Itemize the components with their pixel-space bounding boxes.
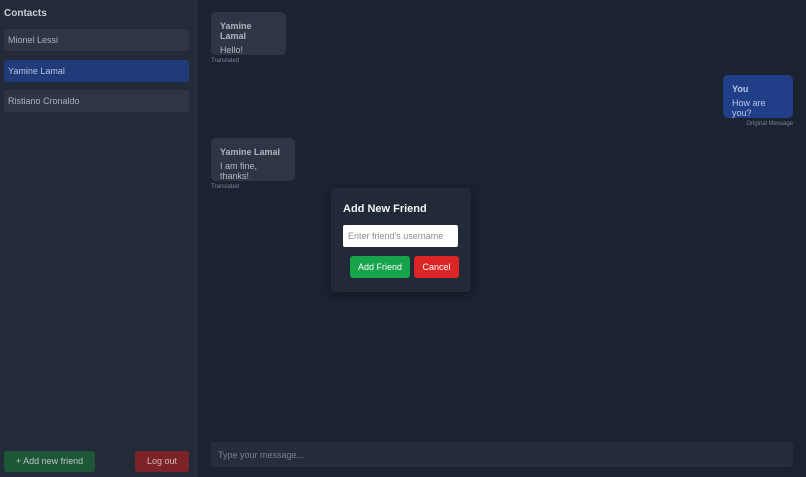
message-meta: Original Message xyxy=(746,121,793,127)
contacts-sidebar: Contacts Mionel Lessi Yamine Lamal Risti… xyxy=(0,0,198,477)
message-text: How are you? xyxy=(732,98,766,118)
add-new-friend-button[interactable]: + Add new friend xyxy=(4,451,95,472)
contact-item-ristiano-cronaldo[interactable]: Ristiano Cronaldo xyxy=(4,90,189,112)
chat-app: Contacts Mionel Lessi Yamine Lamal Risti… xyxy=(0,0,806,477)
contact-item-yamine-lamal[interactable]: Yamine Lamal xyxy=(4,60,189,82)
message-meta: Translated xyxy=(211,58,240,64)
contact-item-mionel-lessi[interactable]: Mionel Lessi xyxy=(4,29,189,51)
logout-button[interactable]: Log out xyxy=(135,451,189,472)
message-text: Hello! xyxy=(220,45,244,55)
cancel-button[interactable]: Cancel xyxy=(414,256,459,278)
message-bubble-own: You How are you? xyxy=(723,75,793,118)
message-sender: Yamine Lamal xyxy=(220,21,252,41)
message-text: I am fine, thanks! xyxy=(220,161,258,181)
message-bubble: Yamine Lamal I am fine, thanks! xyxy=(211,138,295,181)
message-sender: Yamine Lamal xyxy=(220,147,281,157)
message-sender: You xyxy=(732,84,749,94)
message-bubble: Yamine Lamal Hello! xyxy=(211,12,286,55)
friend-username-input[interactable] xyxy=(343,225,458,247)
add-friend-modal: Add New Friend Add Friend Cancel xyxy=(331,188,471,292)
add-friend-button[interactable]: Add Friend xyxy=(350,256,410,278)
message-input[interactable] xyxy=(211,442,793,467)
sidebar-title: Contacts xyxy=(4,8,47,19)
message-meta: Translated xyxy=(211,184,240,190)
modal-title: Add New Friend xyxy=(343,203,427,215)
